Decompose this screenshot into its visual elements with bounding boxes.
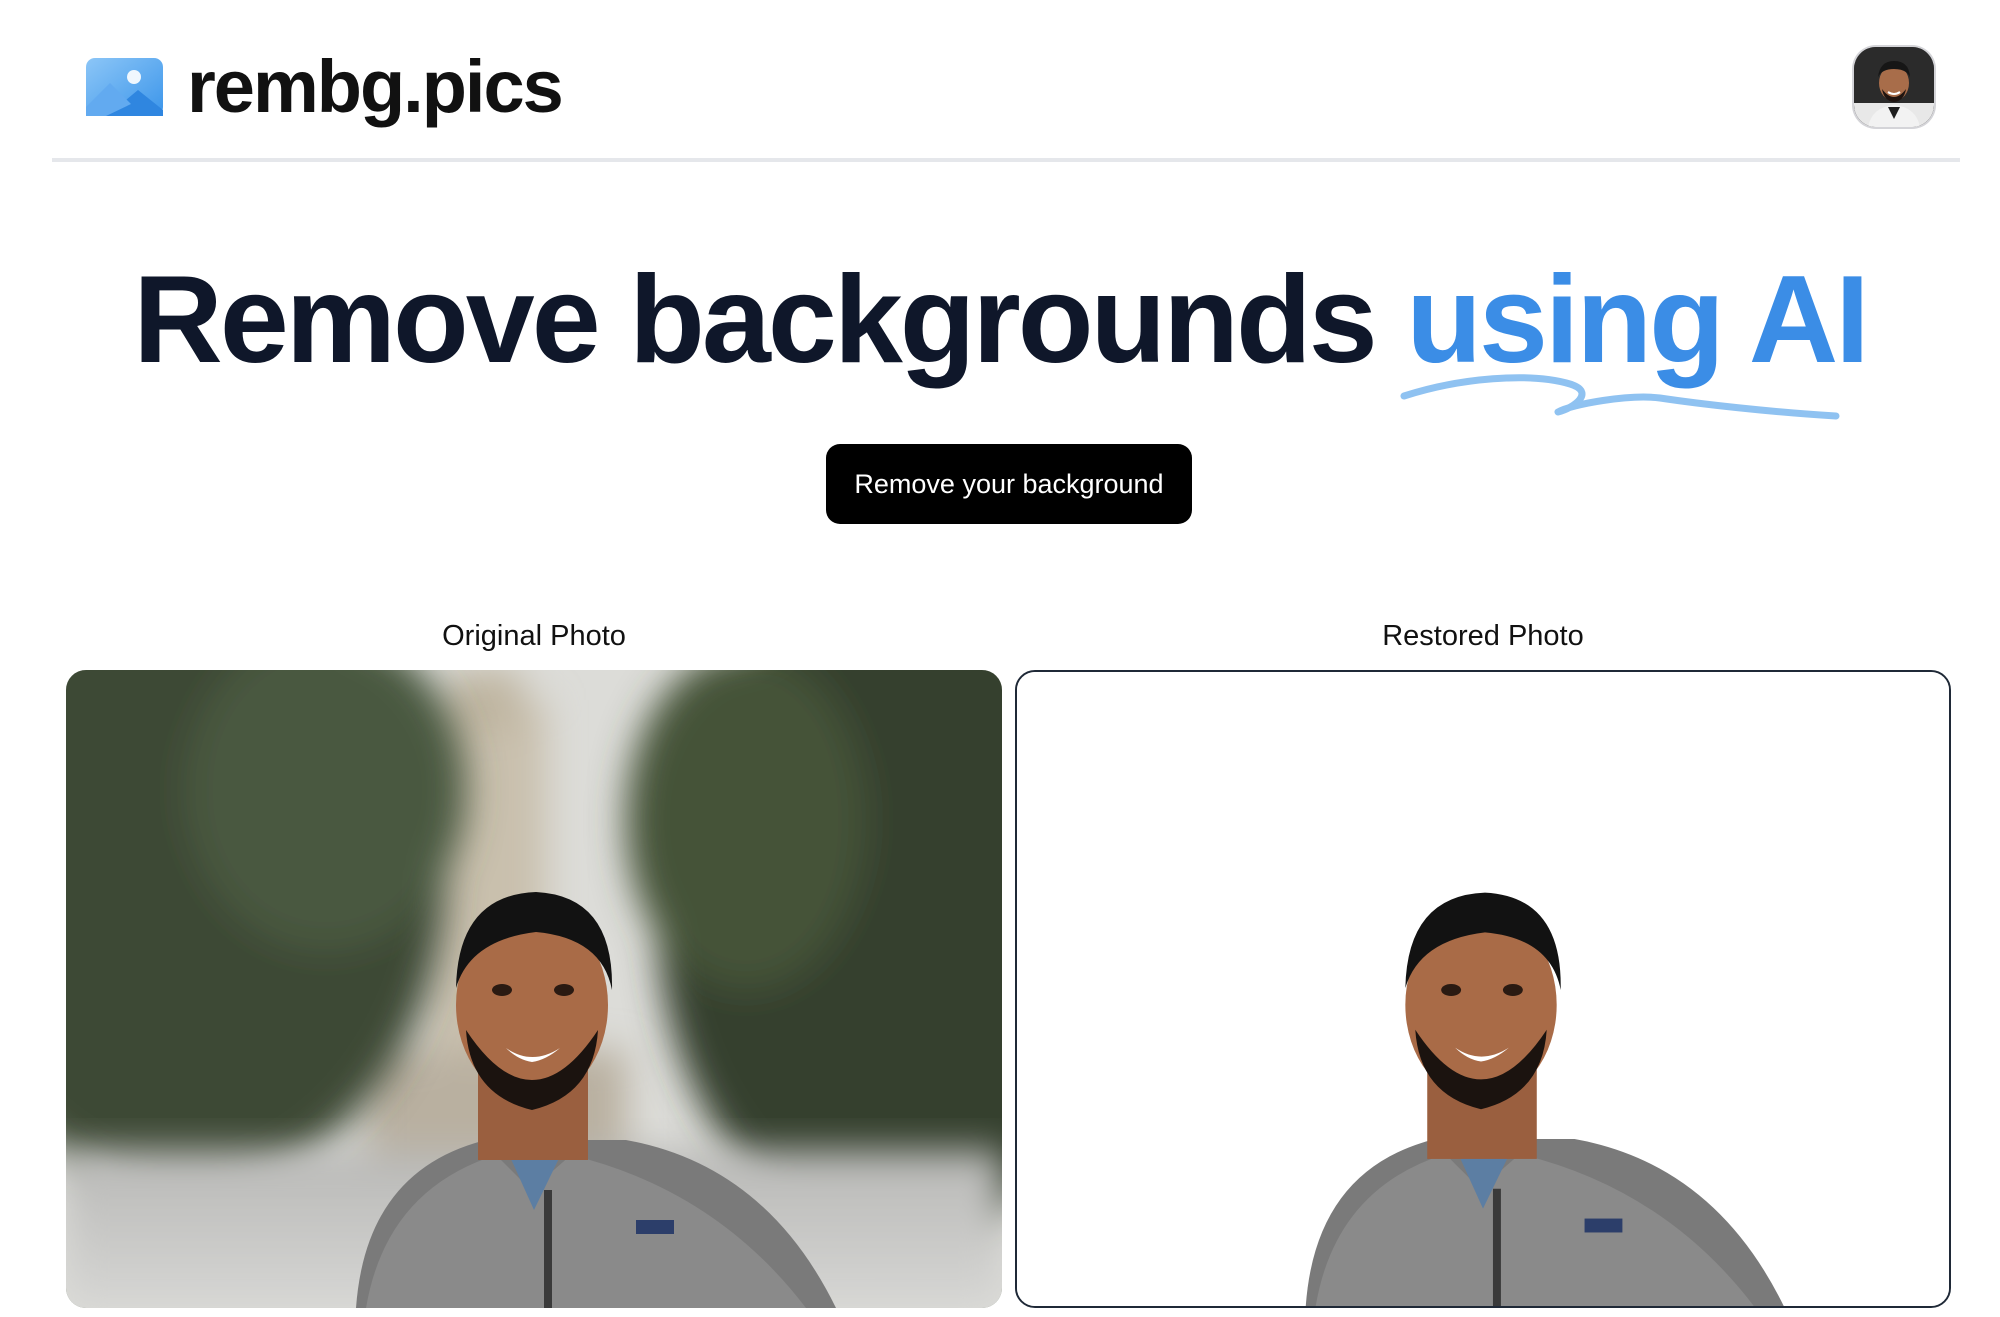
original-photo xyxy=(66,670,1002,1308)
page: rembg.pics Remove backgrounds using AI R… xyxy=(0,0,2000,1317)
site-header: rembg.pics xyxy=(52,0,1960,162)
remove-background-button[interactable]: Remove your background xyxy=(826,444,1192,524)
image-photo-icon xyxy=(86,58,163,116)
avatar-image xyxy=(1854,47,1934,127)
hero-title-accent-text: using AI xyxy=(1406,251,1869,389)
user-avatar-icon[interactable] xyxy=(1854,47,1934,127)
restored-photo xyxy=(1015,670,1951,1308)
hero-title-accent: using AI xyxy=(1400,258,1870,420)
hero-title: Remove backgrounds using AI xyxy=(0,258,2000,420)
restored-photo-label: Restored Photo xyxy=(1382,620,1584,652)
restored-photo-image xyxy=(1017,672,1949,1306)
brand-name: rembg.pics xyxy=(187,45,564,128)
hero-title-main: Remove backgrounds xyxy=(133,251,1377,389)
brand-link[interactable]: rembg.pics xyxy=(86,42,564,132)
original-photo-image xyxy=(66,670,1002,1308)
original-photo-label: Original Photo xyxy=(442,620,626,652)
